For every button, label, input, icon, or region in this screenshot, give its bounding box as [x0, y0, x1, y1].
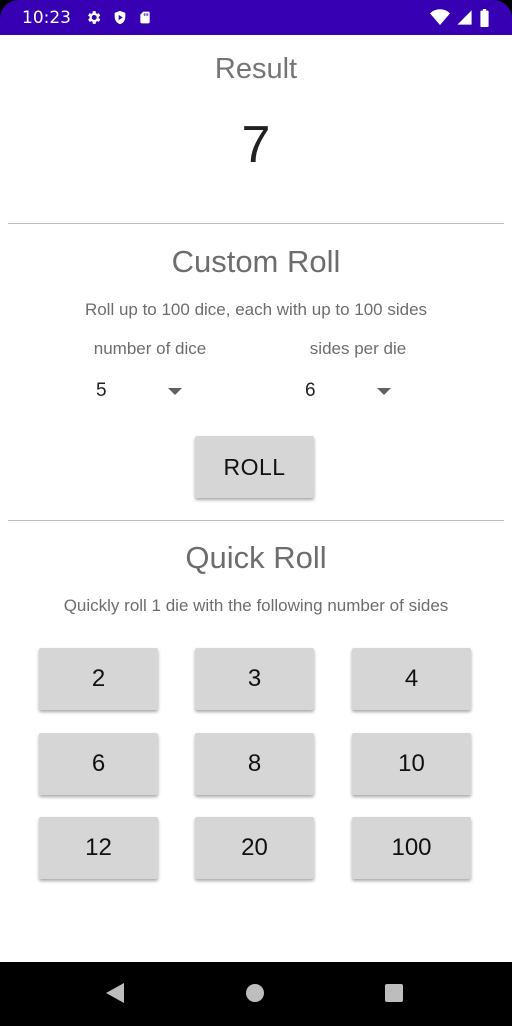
device-frame: 10:23 Result 7 Custom Roll Roll up to 10… — [0, 0, 512, 1026]
back-icon[interactable] — [105, 982, 125, 1009]
quick-roll-button-20[interactable]: 20 — [195, 817, 314, 879]
quick-roll-button-4[interactable]: 4 — [352, 648, 471, 710]
dropdown-arrow-icon — [168, 387, 182, 395]
navigation-bar — [0, 962, 512, 1026]
sd-card-icon — [138, 9, 152, 26]
dice-count-spinner[interactable]: 5 — [88, 371, 182, 411]
dice-count-value: 5 — [96, 380, 107, 401]
quick-roll-subtitle: Quickly roll 1 die with the following nu… — [63, 596, 449, 615]
quick-roll-button-8[interactable]: 8 — [195, 733, 314, 795]
result-title: Result — [214, 53, 298, 85]
recents-icon[interactable] — [384, 982, 404, 1009]
sides-per-die-spinner[interactable]: 6 — [297, 371, 391, 411]
quick-roll-button-2[interactable]: 2 — [39, 648, 158, 710]
quick-roll-title: Quick Roll — [185, 540, 327, 575]
quick-roll-button-6[interactable]: 6 — [39, 733, 158, 795]
custom-roll-title: Custom Roll — [171, 244, 341, 279]
dice-count-label: number of dice — [93, 339, 207, 358]
home-icon[interactable] — [245, 982, 265, 1009]
quick-roll-button-10[interactable]: 10 — [352, 733, 471, 795]
divider — [8, 520, 504, 521]
gear-icon — [85, 9, 102, 26]
result-value: 7 — [241, 116, 271, 174]
signal-icon — [456, 9, 473, 26]
quick-roll-button-12[interactable]: 12 — [39, 817, 158, 879]
quick-roll-button-3[interactable]: 3 — [195, 648, 314, 710]
status-bar: 10:23 — [0, 0, 512, 35]
battery-icon — [479, 8, 490, 27]
status-icons-right — [430, 8, 490, 27]
wifi-icon — [430, 9, 450, 26]
dropdown-arrow-icon — [377, 387, 391, 395]
divider — [8, 223, 504, 224]
app-content: Result 7 Custom Roll Roll up to 100 dice… — [0, 35, 512, 962]
shield-play-icon — [112, 9, 128, 26]
status-icons-left — [85, 9, 152, 26]
quick-roll-button-100[interactable]: 100 — [352, 817, 471, 879]
sides-per-die-value: 6 — [305, 380, 316, 401]
custom-roll-subtitle: Roll up to 100 dice, each with up to 100… — [84, 300, 428, 319]
sides-per-die-label: sides per die — [309, 339, 407, 358]
roll-button[interactable]: ROLL — [195, 436, 314, 498]
status-time: 10:23 — [22, 7, 71, 28]
